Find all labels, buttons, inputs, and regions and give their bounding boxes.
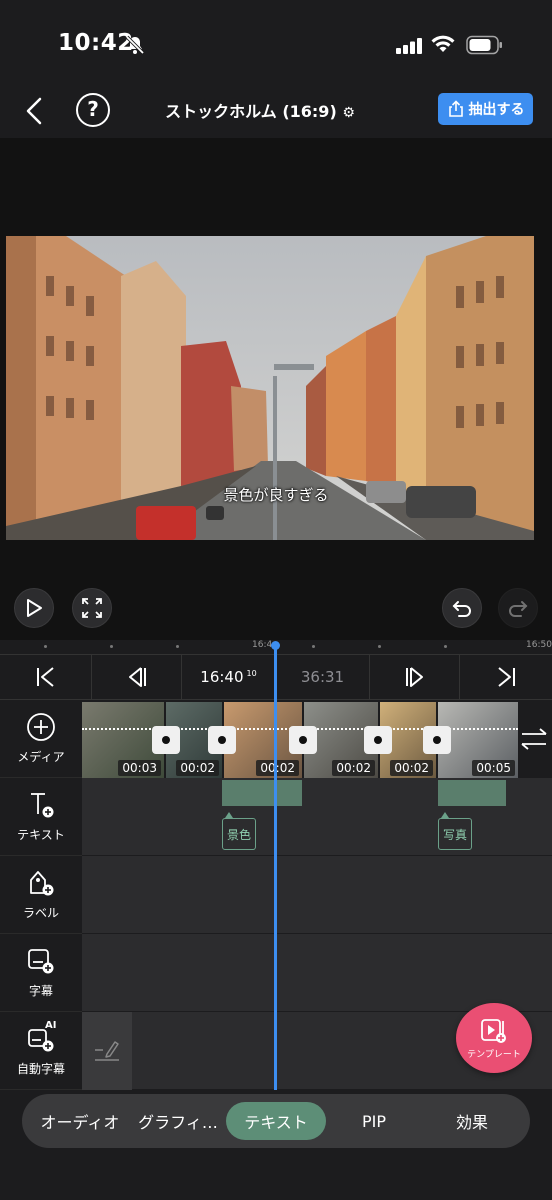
auto-subtitle-edit-cell[interactable]: [82, 1012, 132, 1090]
clip-duration: 00:02: [332, 760, 375, 776]
transition-marker[interactable]: [423, 726, 451, 754]
export-label: 抽出する: [468, 102, 525, 118]
undo-icon: [452, 601, 471, 617]
playhead[interactable]: [274, 644, 277, 1090]
auto-subtitle-icon-wrap: AI: [26, 1020, 56, 1054]
current-time: 16:40 10: [200, 668, 256, 686]
bottom-tab-bar: オーディオ グラフィ… テキスト PIP 効果: [22, 1094, 530, 1148]
transition-marker[interactable]: [289, 726, 317, 754]
tab-pip[interactable]: PIP: [326, 1102, 422, 1140]
clip-duration: 00:05: [472, 760, 515, 776]
tab-graphics[interactable]: グラフィ…: [130, 1102, 226, 1140]
total-time-cell: 36:31: [276, 655, 370, 699]
undo-button[interactable]: [442, 588, 482, 628]
prev-frame-button[interactable]: [92, 655, 182, 699]
step-back-icon: [128, 667, 146, 687]
transition-marker[interactable]: [152, 726, 180, 754]
transition-marker[interactable]: [364, 726, 392, 754]
subtitle-track-label: 字幕: [28, 984, 53, 998]
template-button-label: テンプレート: [467, 1049, 521, 1060]
top-toolbar: ? ストックホルム (16:9) ⚙ 抽出する: [0, 86, 552, 138]
step-forward-icon: [405, 667, 423, 687]
play-icon: [27, 599, 42, 617]
tab-text[interactable]: テキスト: [226, 1102, 326, 1140]
play-button[interactable]: [14, 588, 54, 628]
subtitle-track-header[interactable]: 字幕: [0, 934, 82, 1012]
label-track-lane[interactable]: [82, 856, 552, 934]
tab-effects[interactable]: 効果: [422, 1102, 522, 1140]
help-button[interactable]: ?: [76, 93, 110, 127]
media-track-label: メディア: [17, 750, 65, 764]
clip-duration: 00:02: [390, 760, 433, 776]
current-frames: 10: [246, 669, 257, 678]
cellular-signal-icon: [396, 38, 422, 54]
total-time: 36:31: [300, 668, 345, 686]
playhead-handle[interactable]: [271, 641, 280, 650]
back-arrow-icon[interactable]: [20, 94, 50, 128]
skip-start-icon: [36, 667, 54, 687]
tab-audio[interactable]: オーディオ: [30, 1102, 130, 1140]
battery-icon: [466, 35, 502, 55]
gear-icon: ⚙: [342, 105, 355, 121]
text-item-tag[interactable]: 写真: [438, 812, 473, 850]
project-title[interactable]: ストックホルム (16:9) ⚙: [150, 98, 370, 122]
auto-subtitle-track-header[interactable]: AI 自動字幕: [0, 1012, 82, 1090]
wifi-icon: [431, 35, 455, 52]
template-video-add-icon: [481, 1018, 506, 1043]
ai-badge: AI: [45, 1020, 57, 1031]
text-track-label: テキスト: [17, 828, 65, 842]
redo-icon: [509, 601, 528, 617]
text-track-lane[interactable]: 景色 写真: [82, 778, 552, 856]
status-time: 10:42: [58, 30, 134, 56]
clip-duration: 00:02: [176, 760, 219, 776]
media-track-lane[interactable]: 00:03 00:02 00:02 00:02 00:02 00:05: [82, 700, 552, 778]
ruler-label-right: 16:50: [526, 640, 552, 650]
text-add-icon: [31, 793, 54, 818]
share-upload-icon: [448, 100, 463, 117]
current-time-value: 16:40: [200, 668, 244, 686]
fullscreen-button[interactable]: [72, 588, 112, 628]
skip-end-icon: [498, 667, 515, 687]
text-item-tag[interactable]: 景色: [222, 812, 257, 850]
label-tag-add-icon: [30, 871, 54, 896]
add-circle-icon: [27, 713, 55, 741]
auto-subtitle-track-label: 自動字幕: [16, 1062, 65, 1076]
template-button[interactable]: テンプレート: [456, 1003, 532, 1073]
clip-duration: 00:02: [256, 760, 299, 776]
text-clip[interactable]: [438, 780, 506, 806]
project-title-text: ストックホルム (16:9): [165, 102, 337, 121]
clip-duration: 00:03: [118, 760, 161, 776]
skip-to-start-button[interactable]: [0, 655, 92, 699]
transition-marker[interactable]: [208, 726, 236, 754]
next-frame-button[interactable]: [370, 655, 460, 699]
text-track-header[interactable]: テキスト: [0, 778, 82, 856]
bell-muted-icon: [125, 35, 145, 55]
video-caption-overlay[interactable]: 景色が良すぎる: [0, 484, 552, 505]
text-clip[interactable]: [222, 780, 302, 806]
swap-arrows-icon[interactable]: [520, 726, 548, 752]
label-track-label: ラベル: [22, 906, 59, 920]
current-time-cell: 16:40 10: [182, 655, 276, 699]
redo-button[interactable]: [498, 588, 538, 628]
pencil-icon: [95, 1041, 119, 1061]
expand-icon: [82, 598, 102, 618]
ruler-label-left: 16:4: [252, 640, 273, 650]
label-track-header[interactable]: ラベル: [0, 856, 82, 934]
media-track-header[interactable]: メディア: [0, 700, 82, 778]
skip-to-end-button[interactable]: [460, 655, 552, 699]
subtitle-track-lane[interactable]: [82, 934, 552, 1012]
subtitle-add-icon: [28, 949, 54, 974]
export-button[interactable]: 抽出する: [438, 93, 533, 125]
